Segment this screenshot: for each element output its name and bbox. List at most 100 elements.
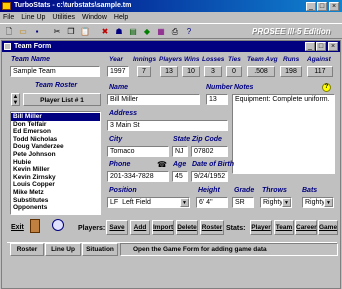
team-name-field[interactable]: Sample Team [10,66,100,77]
new-file-icon[interactable]: 🗋 [3,26,15,38]
roster-list-item[interactable]: Don Telfair [11,121,100,129]
menu-window[interactable]: Window [82,12,107,23]
team-avg-value: .508 [247,66,275,77]
runs-value: 198 [280,66,302,77]
roster-sort-updown[interactable]: ▲ ▼ [11,93,20,106]
phone-icon[interactable]: ☎ [157,160,167,169]
maximize-button[interactable]: □ [317,1,327,11]
age-label: Age [173,161,187,168]
chart-icon[interactable]: ▦ [155,26,167,38]
stats-player-button[interactable]: Player [250,220,272,235]
team-icon[interactable]: ☗ [113,26,125,38]
close-button[interactable]: × [329,1,339,11]
against-value: 117 [307,66,333,77]
position-label: Position [109,187,137,194]
add-button[interactable]: Add [130,220,150,235]
year-field[interactable]: 1997 [107,66,129,77]
roster-list-item[interactable]: Bill Miller [11,113,100,121]
stats-team-button[interactable]: Team [274,220,294,235]
tab-line-up[interactable]: Line Up [45,243,81,256]
form-icon [4,43,11,50]
chevron-down-icon[interactable]: ▼ [324,198,333,207]
menu-help[interactable]: Help [114,12,128,23]
wins-label: Wins [184,56,200,63]
field-icon[interactable]: ◆ [141,26,153,38]
lineup-icon[interactable]: ▤ [127,26,139,38]
open-folder-icon[interactable]: ▭ [17,26,29,38]
delete-icon[interactable]: ✖ [99,26,111,38]
city-label: City [109,136,123,143]
save-disk-icon[interactable]: ▪ [31,26,43,38]
notes-field[interactable]: Equipment: Complete uniform. [232,94,335,174]
team-avg-label: Team Avg [247,56,278,63]
help-icon-yellow[interactable]: ? [322,83,331,92]
innings-value: 7 [137,66,151,77]
exit-door-icon[interactable] [30,219,40,233]
roster-list-item[interactable]: Opponents [11,204,100,212]
phone-field[interactable]: 201-334-7828 [107,171,169,182]
number-field[interactable]: 13 [206,94,228,105]
menu-line-up[interactable]: Line Up [21,12,45,23]
copy-icon[interactable]: ❐ [65,26,77,38]
stats-career-button[interactable]: Career [295,220,317,235]
stats-game-button[interactable]: Game [318,220,338,235]
form-maximize-button[interactable]: □ [316,42,326,51]
menu-utilities[interactable]: Utilities [52,12,75,23]
state-label: State [173,136,191,143]
paste-icon[interactable]: 📋 [79,26,91,38]
roster-list-item[interactable]: Louis Copper [11,181,100,189]
delete-button[interactable]: Delete [176,220,198,235]
roster-list-item[interactable]: Mike Metz [11,189,100,197]
chevron-down-icon[interactable]: ▼ [180,198,189,207]
player-list-button[interactable]: Player List # 1 [23,93,101,106]
address-label: Address [109,110,138,117]
roster-list-item[interactable]: Kevin Zirnsky [11,174,100,182]
grade-field[interactable]: SR [232,197,254,208]
position-select[interactable]: LF Left Field ▼ [107,197,190,208]
bats-select[interactable]: Righty ▼ [302,197,334,208]
bats-value: Righty [305,199,325,206]
losses-label: Losses [202,56,225,63]
roster-list-item[interactable]: Ed Emerson [11,128,100,136]
menu-file[interactable]: File [3,12,14,23]
height-field[interactable]: 6' 4" [196,197,228,208]
zip-label: Zip Code [192,136,222,143]
roster-list-item[interactable]: Todd Nicholas [11,136,100,144]
address-field[interactable]: 3 Main St [107,120,228,131]
losses-value: 3 [204,66,222,77]
position-value: Left Field [122,199,151,206]
stats-label: Stats: [226,225,246,232]
cut-icon[interactable]: ✂ [51,26,63,38]
tab-roster[interactable]: Roster [10,243,44,256]
zip-field[interactable]: 07802 [191,146,228,157]
help-icon[interactable]: ? [183,26,195,38]
name-field[interactable]: Bill Miller [107,94,200,105]
tab-situation[interactable]: Situation [82,243,118,256]
chevron-down-icon[interactable]: ▼ [282,198,291,207]
brand-logo: PROSEE III-5 Edition [252,27,331,36]
minimize-button[interactable]: _ [306,1,316,11]
roster-button[interactable]: Roster [200,220,224,235]
throws-select[interactable]: Righty ▼ [260,197,292,208]
roster-list[interactable]: Bill Miller Don Telfair Ed Emerson Todd Nic… [10,111,101,215]
status-text: Open the Game Form for adding game data [133,246,267,253]
form-close-button[interactable]: × [328,42,338,51]
city-field[interactable]: Tomaco [107,146,169,157]
roster-list-item[interactable]: Hubie [11,159,100,167]
number-label: Number [206,84,233,91]
save-button[interactable]: Save [106,220,128,235]
roster-list-item[interactable]: Pete Johnson [11,151,100,159]
roster-list-item[interactable]: Substitutes [11,197,100,205]
import-button[interactable]: Import [152,220,174,235]
roster-list-item[interactable]: Kevin Miller [11,166,100,174]
age-field[interactable]: 45 [172,171,188,182]
position-code: LF [110,199,119,206]
throws-label: Throws [262,187,287,194]
roster-list-item[interactable]: Doug Vanderzee [11,143,100,151]
state-field[interactable]: NJ [172,146,188,157]
app-title: TurboStats - c:\turbstats\sample.tm [14,2,132,9]
form-minimize-button[interactable]: _ [305,42,315,51]
print-icon[interactable]: ⎙ [169,26,181,38]
app-title-bar: TurboStats - c:\turbstats\sample.tm [0,0,342,12]
dob-field[interactable]: 9/24/1952 [191,171,228,182]
